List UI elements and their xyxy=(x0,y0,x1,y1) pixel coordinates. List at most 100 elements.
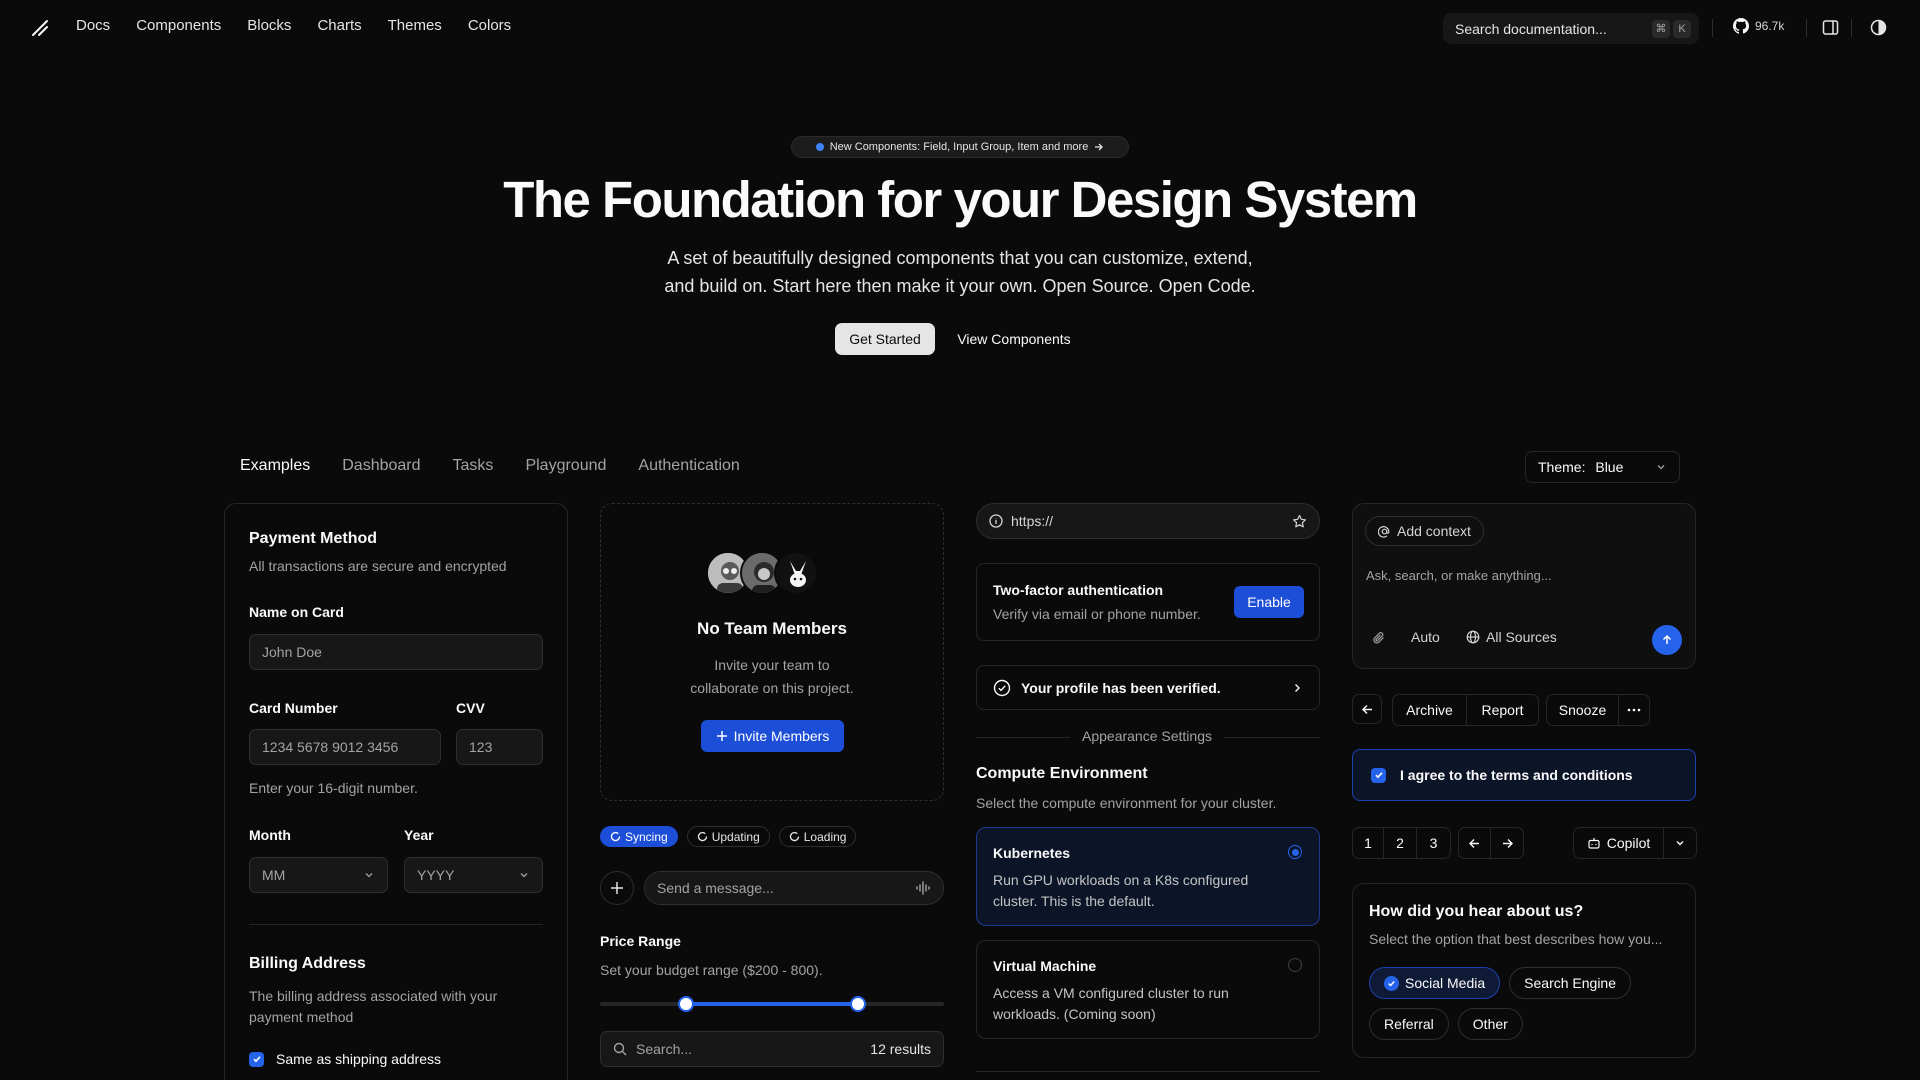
copilot-label: Copilot xyxy=(1606,835,1651,851)
previous-page-button[interactable] xyxy=(1459,828,1491,858)
nav-themes[interactable]: Themes xyxy=(388,17,442,34)
price-range-description: Set your budget range ($200 - 800). xyxy=(600,962,823,978)
nav-components[interactable]: Components xyxy=(136,17,221,34)
sources-select[interactable]: All Sources xyxy=(1466,629,1557,645)
verified-item[interactable]: Your profile has been verified. xyxy=(976,665,1320,710)
announcement-badge[interactable]: New Components: Field, Input Group, Item… xyxy=(791,136,1129,158)
url-input[interactable]: https:// xyxy=(976,503,1320,539)
option-description: Access a VM configured cluster to run wo… xyxy=(993,983,1229,1025)
enable-button[interactable]: Enable xyxy=(1234,586,1304,618)
kubernetes-radio[interactable] xyxy=(1288,845,1302,859)
tab-authentication[interactable]: Authentication xyxy=(638,457,739,475)
url-value: https:// xyxy=(1011,513,1054,529)
arrow-left-icon xyxy=(1468,837,1481,850)
option-description-line: Run GPU workloads on a K8s configured xyxy=(993,872,1249,888)
badge-check-icon xyxy=(993,679,1011,697)
message-placeholder: Send a message... xyxy=(657,880,774,896)
option-search-engine[interactable]: Search Engine xyxy=(1509,967,1631,999)
billing-title: Billing Address xyxy=(249,955,366,972)
search-icon xyxy=(613,1042,627,1056)
view-components-button[interactable]: View Components xyxy=(945,323,1083,355)
pagination-pages: 1 2 3 xyxy=(1352,827,1451,859)
slider-thumb-max[interactable] xyxy=(850,996,866,1012)
same-address-checkbox[interactable] xyxy=(249,1051,264,1067)
nav-colors[interactable]: Colors xyxy=(468,17,511,34)
nav-docs[interactable]: Docs xyxy=(76,17,110,34)
globe-icon xyxy=(1466,630,1480,644)
syncing-label: Syncing xyxy=(625,829,668,844)
arrow-right-icon xyxy=(1094,142,1104,152)
slider-thumb-min[interactable] xyxy=(678,996,694,1012)
nav-blocks[interactable]: Blocks xyxy=(247,17,291,34)
star-icon[interactable] xyxy=(1292,514,1307,529)
add-attachment-button[interactable] xyxy=(600,871,634,905)
audio-waveform-icon[interactable] xyxy=(915,881,931,895)
search-placeholder: Search... xyxy=(636,1041,693,1057)
action-button-group: Archive Report xyxy=(1392,694,1539,726)
tab-playground[interactable]: Playground xyxy=(525,457,606,475)
name-on-card-input[interactable]: John Doe xyxy=(249,634,543,670)
billing-description: The billing address associated with your… xyxy=(249,986,497,1028)
cvv-input[interactable]: 123 xyxy=(456,729,543,765)
logo-icon[interactable] xyxy=(30,18,50,38)
search-results-count: 12 results xyxy=(870,1041,931,1057)
option-referral[interactable]: Referral xyxy=(1369,1008,1449,1040)
add-context-button[interactable]: Add context xyxy=(1365,516,1484,546)
get-started-button[interactable]: Get Started xyxy=(835,323,935,355)
tab-dashboard[interactable]: Dashboard xyxy=(342,457,420,475)
month-select-value: MM xyxy=(262,867,286,883)
virtual-machine-option[interactable]: Virtual Machine Access a VM configured c… xyxy=(976,940,1320,1039)
two-factor-item: Two-factor authentication Verify via ema… xyxy=(976,563,1320,641)
option-social-media[interactable]: Social Media xyxy=(1369,967,1501,999)
snooze-button[interactable]: Snooze xyxy=(1547,695,1619,725)
paperclip-icon[interactable] xyxy=(1372,631,1386,645)
badge-dot xyxy=(815,143,824,151)
mode-select[interactable]: Auto xyxy=(1411,629,1440,645)
invite-members-button[interactable]: Invite Members xyxy=(701,720,844,752)
option-other[interactable]: Other xyxy=(1457,1008,1523,1040)
github-link[interactable]: 96.7k xyxy=(1733,18,1784,34)
updating-pill: Updating xyxy=(686,826,770,847)
archive-button[interactable]: Archive xyxy=(1393,695,1467,725)
year-label: Year xyxy=(404,827,434,843)
header-divider xyxy=(1712,19,1713,37)
card-number-hint: Enter your 16-digit number. xyxy=(249,780,418,796)
back-button[interactable] xyxy=(1352,694,1382,724)
sidebar-toggle-icon[interactable] xyxy=(1822,19,1839,36)
card-number-input[interactable]: 1234 5678 9012 3456 xyxy=(249,729,441,765)
section-divider xyxy=(249,924,543,925)
page-1-button[interactable]: 1 xyxy=(1353,828,1384,858)
copilot-button[interactable]: Copilot xyxy=(1574,828,1664,858)
message-input[interactable]: Send a message... xyxy=(644,871,944,905)
option-description-line: workloads. (Coming soon) xyxy=(993,1006,1156,1022)
same-address-row[interactable]: Same as shipping address xyxy=(249,1051,441,1067)
same-address-label: Same as shipping address xyxy=(276,1051,441,1067)
search-input[interactable]: Search... 12 results xyxy=(600,1031,944,1067)
terms-checkbox[interactable] xyxy=(1371,767,1386,783)
kubernetes-option[interactable]: Kubernetes Run GPU workloads on a K8s co… xyxy=(976,827,1320,926)
search-docs-button[interactable]: Search documentation... ⌘ K xyxy=(1443,13,1699,44)
month-select[interactable]: MM xyxy=(249,857,388,893)
price-range-slider[interactable] xyxy=(600,996,944,1012)
theme-toggle-icon[interactable] xyxy=(1870,19,1887,36)
terms-checkbox-field[interactable]: I agree to the terms and conditions xyxy=(1352,749,1696,801)
nav-charts[interactable]: Charts xyxy=(317,17,361,34)
chevron-right-icon xyxy=(1291,682,1303,694)
next-page-button[interactable] xyxy=(1491,828,1523,858)
snooze-button-group: Snooze xyxy=(1546,694,1650,726)
two-factor-description: Verify via email or phone number. xyxy=(993,606,1201,622)
report-button[interactable]: Report xyxy=(1467,695,1538,725)
year-select[interactable]: YYYY xyxy=(404,857,543,893)
tab-tasks[interactable]: Tasks xyxy=(453,457,494,475)
virtual-machine-radio[interactable] xyxy=(1288,958,1302,972)
plus-icon xyxy=(610,881,624,895)
theme-select[interactable]: Theme: Blue xyxy=(1525,451,1680,483)
tab-examples[interactable]: Examples xyxy=(240,457,310,475)
page-3-button[interactable]: 3 xyxy=(1417,828,1450,858)
page-2-button[interactable]: 2 xyxy=(1384,828,1417,858)
send-button[interactable] xyxy=(1652,625,1682,655)
prompt-textarea[interactable]: Ask, search, or make anything... xyxy=(1366,568,1684,592)
plus-icon xyxy=(716,730,728,742)
copilot-dropdown-button[interactable] xyxy=(1664,828,1696,858)
more-options-button[interactable] xyxy=(1619,695,1649,725)
